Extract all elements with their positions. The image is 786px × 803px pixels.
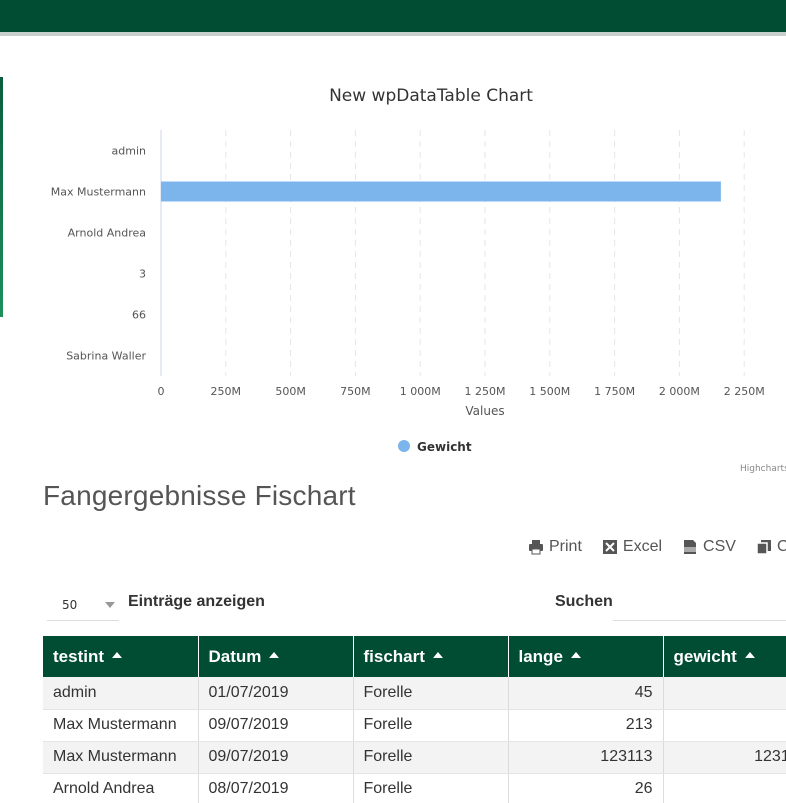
column-header-gewicht[interactable]: gewicht <box>663 636 786 677</box>
sort-asc-icon <box>112 652 122 659</box>
chart-category-labels: admin Max Mustermann Arnold Andrea 3 66 Sabri… <box>51 145 147 363</box>
data-table: testint Datum fischart lange gewicht adm… <box>43 636 786 803</box>
csv-icon <box>682 539 698 555</box>
chart-grid <box>160 130 745 376</box>
cell-lange: 123113 <box>508 741 664 774</box>
cell-testint: Arnold Andrea <box>43 773 199 803</box>
x-tick-label: 500M <box>275 385 306 398</box>
x-axis-title: Values <box>465 404 504 418</box>
copy-icon <box>756 539 772 555</box>
cell-datum: 01/07/2019 <box>198 677 354 710</box>
cell-testint: Max Mustermann <box>43 709 199 742</box>
search-input[interactable] <box>613 589 786 621</box>
x-tick-label: 2 000M <box>659 385 700 398</box>
cell-datum: 09/07/2019 <box>198 709 354 742</box>
sort-asc-icon <box>744 652 755 659</box>
legend-label-gewicht: Gewicht <box>417 440 472 454</box>
cell-lange: 45 <box>508 677 664 710</box>
cell-datum: 09/07/2019 <box>198 741 354 774</box>
table-row[interactable]: Max Mustermann 09/07/2019 Forelle 213 12 <box>43 709 786 742</box>
cell-lange: 213 <box>508 709 664 742</box>
csv-label: CSV <box>703 538 736 555</box>
x-tick-label: 1 250M <box>465 385 506 398</box>
cell-testint: Max Mustermann <box>43 741 199 774</box>
table-header-row: testint Datum fischart lange gewicht <box>43 636 786 677</box>
bar-chart: New wpDataTable Chart admin Max Musterman… <box>51 86 786 474</box>
y-category-label: admin <box>112 145 146 158</box>
column-header-testint[interactable]: testint <box>43 636 199 677</box>
cell-fischart: Forelle <box>353 709 509 742</box>
x-tick-label: 1 750M <box>594 385 635 398</box>
print-label: Print <box>549 538 582 555</box>
table-row[interactable]: admin 01/07/2019 Forelle 45 <box>43 677 786 710</box>
cell-gewicht <box>663 773 786 803</box>
y-category-label: Max Mustermann <box>51 186 146 199</box>
excel-icon <box>602 539 618 555</box>
legend-marker-gewicht <box>398 440 410 452</box>
table-toolbar: Print Excel CSV C <box>528 538 786 556</box>
excel-label: Excel <box>622 538 663 555</box>
copy-button[interactable]: C <box>756 538 786 556</box>
top-bar-divider <box>0 32 786 36</box>
y-category-label: 66 <box>132 309 146 322</box>
cell-gewicht: 123123 <box>663 741 786 774</box>
bar-gewicht[interactable] <box>161 181 721 202</box>
cell-fischart: Forelle <box>353 741 509 774</box>
table-title: Fangergebnisse Fischart <box>43 480 356 511</box>
y-category-label: Sabrina Waller <box>66 350 146 363</box>
table-row[interactable]: Arnold Andrea 08/07/2019 Forelle 26 <box>43 773 786 803</box>
x-tick-label: 250M <box>211 385 242 398</box>
table-row[interactable]: Max Mustermann 09/07/2019 Forelle 123113… <box>43 741 786 774</box>
column-header-fischart[interactable]: fischart <box>353 636 509 677</box>
chevron-down-icon <box>105 602 115 608</box>
cell-testint: admin <box>43 677 199 710</box>
excel-button[interactable]: Excel <box>602 538 662 556</box>
print-button[interactable]: Print <box>528 538 582 556</box>
cell-lange: 26 <box>508 773 664 803</box>
chart-legend[interactable]: Gewicht <box>398 440 472 454</box>
chart-bars <box>161 181 721 202</box>
copy-label: C <box>776 538 786 555</box>
column-header-datum[interactable]: Datum <box>198 636 354 677</box>
printer-icon <box>528 539 544 555</box>
cell-fischart: Forelle <box>353 677 509 710</box>
x-tick-label: 1 500M <box>529 385 570 398</box>
search-label: Suchen <box>555 593 613 610</box>
page-length-select[interactable]: 50 <box>47 589 119 621</box>
cell-gewicht: 12 <box>663 709 786 742</box>
x-tick-label: 1 000M <box>400 385 441 398</box>
x-tick-label: 750M <box>340 385 371 398</box>
chart-credits[interactable]: Highcharts <box>740 464 786 474</box>
page-length-value: 50 <box>62 597 78 612</box>
chart-tick-labels: 0 250M 500M 750M 1 000M 1 250M 1 500M 1 750M 2 0… <box>158 385 765 398</box>
x-tick-label: 2 250M <box>724 385 765 398</box>
x-tick-label: 0 <box>158 385 165 398</box>
cell-gewicht <box>663 677 786 710</box>
top-bar <box>0 0 786 32</box>
column-header-lange[interactable]: lange <box>508 636 664 677</box>
page-length-label: Einträge anzeigen <box>128 593 265 610</box>
sort-asc-icon <box>570 652 581 659</box>
cell-datum: 08/07/2019 <box>198 773 354 803</box>
sort-asc-icon <box>432 652 443 659</box>
cell-fischart: Forelle <box>353 773 509 803</box>
csv-button[interactable]: CSV <box>682 538 736 556</box>
chart-title: New wpDataTable Chart <box>329 86 533 106</box>
y-category-label: 3 <box>139 268 146 281</box>
y-category-label: Arnold Andrea <box>68 227 146 240</box>
sort-asc-icon <box>269 652 280 659</box>
